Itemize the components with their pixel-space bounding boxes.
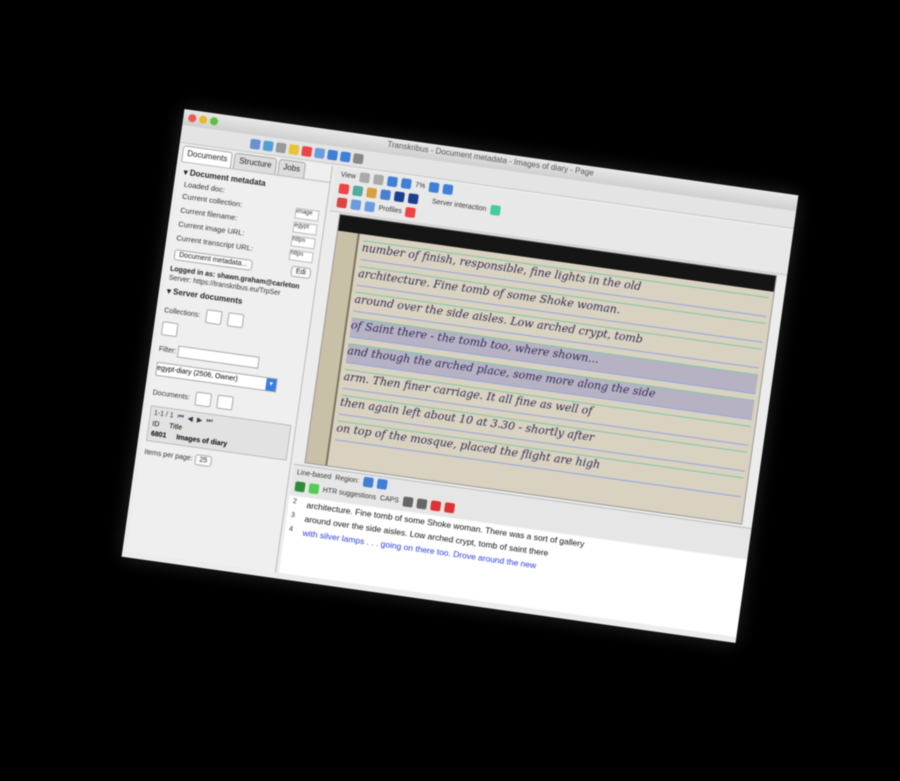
zoom-out-icon[interactable] <box>372 174 385 186</box>
profiles-menu[interactable]: Profiles <box>378 205 402 215</box>
prev-page-icon[interactable]: ◀ <box>187 414 193 423</box>
meta-value: egypt <box>292 221 318 236</box>
tag-remove-icon[interactable] <box>443 502 455 514</box>
column-header-id[interactable]: ID <box>152 420 160 428</box>
htr-suggestions-toggle[interactable]: HTR suggestions <box>322 487 376 501</box>
main-area: View 7% Server interaction Profiles numb… <box>278 166 794 638</box>
add-shape-icon[interactable] <box>352 185 364 197</box>
delete-shape-icon[interactable] <box>338 183 350 195</box>
meta-value: image <box>294 207 320 222</box>
edit-button[interactable]: Edi <box>290 265 312 280</box>
next-page-icon[interactable] <box>339 150 352 163</box>
items-per-page-select[interactable]: 25 <box>193 453 213 467</box>
region-icon[interactable] <box>393 191 405 203</box>
folder-icon[interactable] <box>288 143 300 155</box>
first-page-icon[interactable]: ⏮ <box>177 413 184 422</box>
split-icon[interactable] <box>365 187 378 199</box>
tab-jobs[interactable]: Jobs <box>277 158 307 179</box>
italic-icon[interactable] <box>415 498 428 510</box>
next-icon[interactable] <box>428 181 440 194</box>
image-icon[interactable] <box>314 147 326 159</box>
chevron-down-icon[interactable]: ▾ <box>265 377 277 391</box>
zoom-icon[interactable] <box>352 152 364 164</box>
view-icon[interactable] <box>350 199 362 211</box>
manage-collections-icon[interactable] <box>226 312 245 329</box>
line-icon[interactable] <box>407 193 419 205</box>
book-icon[interactable] <box>294 481 306 493</box>
line-number: 2 <box>292 498 298 506</box>
application-window: Transkribus - Document metadata - Images… <box>121 109 799 643</box>
upload-document-icon[interactable] <box>194 390 213 408</box>
items-per-page-label: Items per page: <box>143 448 194 463</box>
next-region-icon[interactable] <box>376 478 388 490</box>
close-icon[interactable] <box>404 206 417 219</box>
first-page-icon[interactable] <box>386 176 399 188</box>
transcript-icon[interactable] <box>364 201 376 213</box>
tag-icon[interactable] <box>429 500 442 512</box>
filter-label: Filter: <box>158 345 177 356</box>
meta-value: https <box>290 235 316 250</box>
next-page-icon[interactable]: ▶ <box>196 415 202 424</box>
view-label[interactable]: View <box>340 171 356 180</box>
bold-icon[interactable] <box>402 496 414 508</box>
undo-icon[interactable] <box>308 483 320 495</box>
prev-icon[interactable] <box>400 178 412 190</box>
collection-tool-icon[interactable] <box>160 321 179 338</box>
tab-structure[interactable]: Structure <box>233 152 278 175</box>
caps-toggle[interactable]: CAPS <box>379 495 399 505</box>
editor-mode-select[interactable]: Line-based <box>297 469 332 481</box>
prev-region-icon[interactable] <box>362 476 374 488</box>
column-header-title[interactable]: Title <box>169 423 183 432</box>
pager-range: 1-1 / 1 <box>153 409 174 420</box>
baseline-icon[interactable] <box>379 189 392 201</box>
doc-id: 6801 <box>150 430 167 440</box>
last-page-icon[interactable] <box>442 183 454 196</box>
record-icon[interactable] <box>336 197 348 209</box>
open-icon[interactable] <box>249 138 261 150</box>
save-icon[interactable] <box>262 139 274 152</box>
stop-icon[interactable] <box>301 145 313 157</box>
settings-icon[interactable] <box>275 141 287 154</box>
last-page-icon[interactable]: ⏭ <box>206 417 213 426</box>
line-number: 4 <box>288 525 294 534</box>
previous-page-icon[interactable] <box>326 148 339 161</box>
delete-document-icon[interactable] <box>216 394 235 411</box>
zoom-level[interactable]: 7% <box>415 181 426 189</box>
reload-collections-icon[interactable] <box>205 309 223 326</box>
region-label: Region: <box>334 474 360 485</box>
meta-value: https <box>288 249 314 264</box>
layout-analysis-icon[interactable] <box>489 204 501 216</box>
line-number: 3 <box>290 511 296 520</box>
zoom-in-icon[interactable] <box>359 172 371 184</box>
collection-select-value: egypt-diary (2506, Owner) <box>156 364 239 384</box>
collections-label: Collections: <box>163 307 201 320</box>
documents-label: Documents: <box>152 388 191 401</box>
